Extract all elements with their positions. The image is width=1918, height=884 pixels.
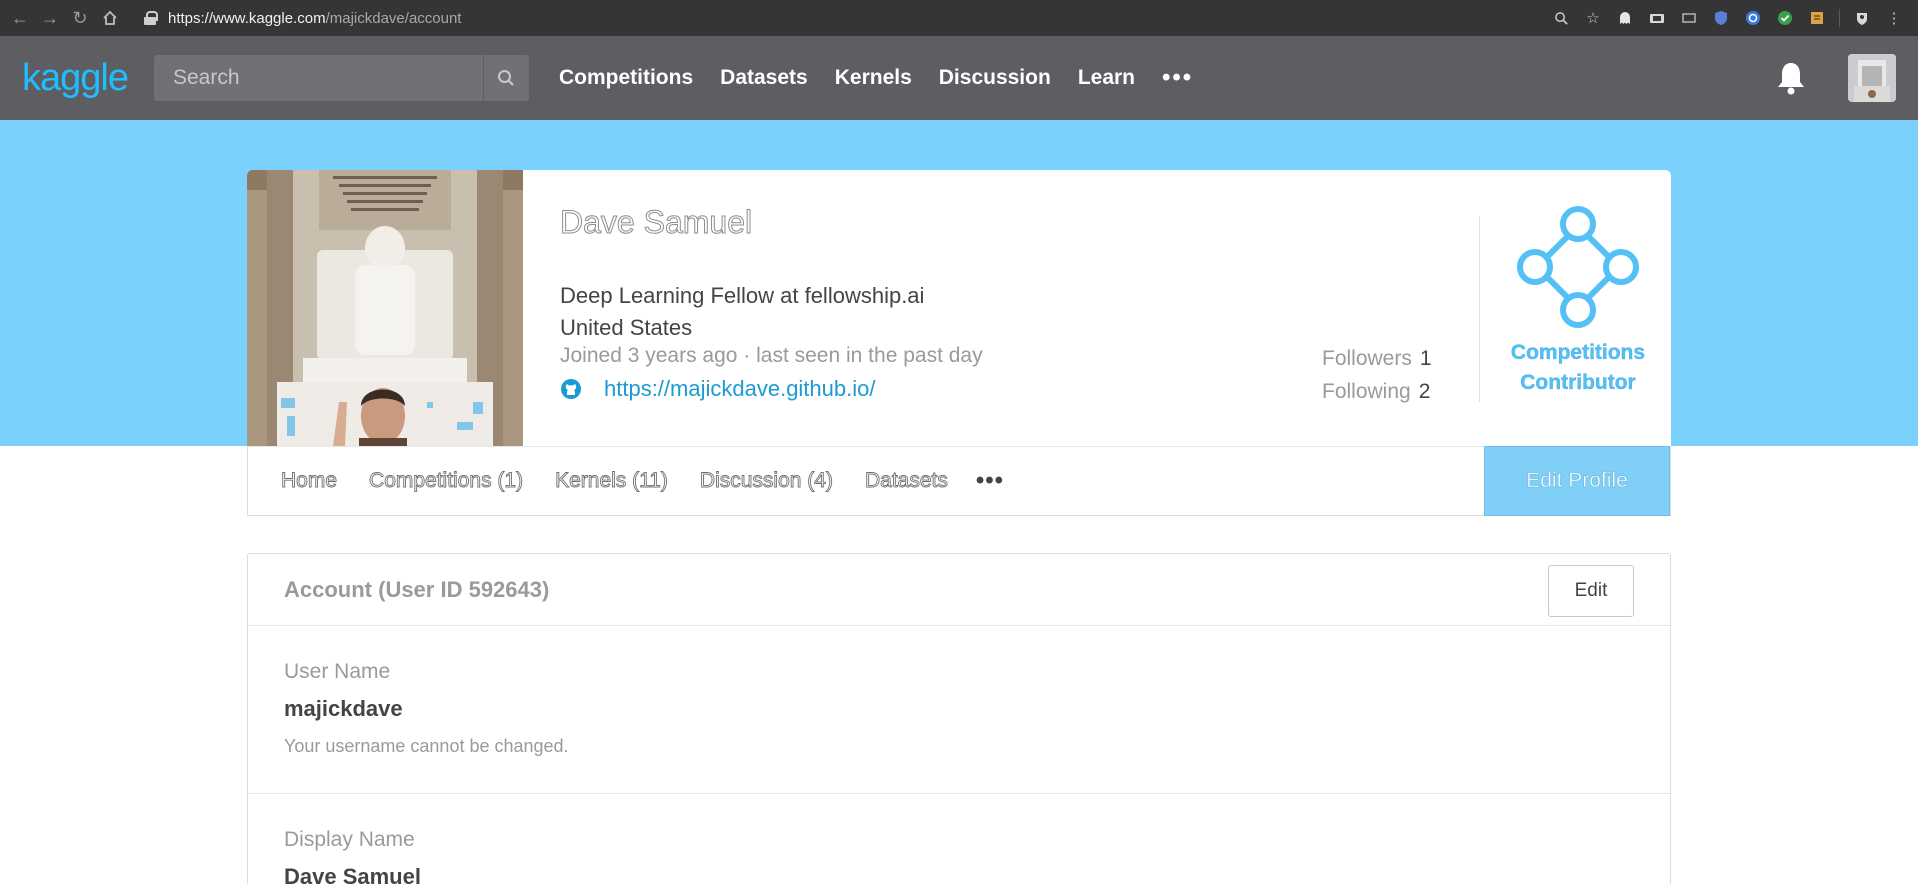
- menu-kebab-icon[interactable]: ⋮: [1884, 8, 1904, 28]
- tier-label-line2: Contributor: [1520, 371, 1636, 394]
- followers-label: Followers: [1322, 347, 1412, 370]
- home-icon[interactable]: [96, 4, 124, 32]
- nav-learn[interactable]: Learn: [1078, 66, 1135, 90]
- username-hint: Your username cannot be changed.: [284, 736, 569, 756]
- browser-toolbar: ← → ↻ https://www.kaggle.com/majickdave/…: [0, 0, 1918, 36]
- profile-photo: [247, 170, 523, 446]
- contributor-tier-icon: [1517, 206, 1639, 328]
- tab-home[interactable]: Home: [281, 469, 338, 493]
- display-name-value: Dave Samuel: [284, 864, 421, 884]
- main-nav: Competitions Datasets Kernels Discussion…: [559, 64, 1193, 92]
- tier-label: Competitions Contributor: [1497, 338, 1659, 398]
- check-extension-icon[interactable]: [1775, 8, 1795, 28]
- site-header: kaggle Competitions Datasets Kernels Dis…: [0, 36, 1918, 120]
- profile-card: Dave Samuel Deep Learning Fellow at fell…: [247, 170, 1671, 446]
- tier-divider: [1479, 216, 1480, 402]
- ghost-extension-icon[interactable]: [1615, 8, 1635, 28]
- extension-separator: [1839, 9, 1840, 27]
- follow-stats: Followers 1 Following 2: [1322, 342, 1432, 408]
- profile-tabs: Home Competitions (1) Kernels (11) Discu…: [247, 446, 1671, 516]
- tier-label-line1: Competitions: [1510, 341, 1646, 364]
- profile-name: Dave Samuel: [559, 204, 753, 241]
- profile-location: United States: [560, 315, 693, 340]
- profile-website: https://majickdave.github.io/: [560, 376, 875, 402]
- notes-extension-icon[interactable]: [1807, 8, 1827, 28]
- search-button[interactable]: [482, 55, 529, 101]
- nav-datasets[interactable]: Datasets: [720, 66, 808, 90]
- profile-bio: Deep Learning Fellow at fellowship.ai Un…: [560, 280, 924, 344]
- forward-icon[interactable]: →: [36, 4, 64, 32]
- search-icon: [498, 70, 515, 86]
- display-name-label: Display Name: [284, 828, 415, 851]
- tabs-more-button[interactable]: •••: [976, 467, 1004, 495]
- account-panel: Account (User ID 592643) Edit User Name …: [247, 553, 1671, 884]
- followers-stat[interactable]: Followers 1: [1322, 342, 1432, 375]
- notifications-bell-icon[interactable]: [1774, 60, 1808, 96]
- username-value: majickdave: [284, 696, 403, 721]
- nav-more-button[interactable]: •••: [1162, 64, 1193, 92]
- tab-discussion[interactable]: Discussion (4): [699, 469, 833, 493]
- tab-competitions[interactable]: Competitions (1): [369, 469, 524, 493]
- display-name-field: Display Name Dave Samuel: [248, 794, 1670, 884]
- edit-profile-button[interactable]: Edit Profile: [1484, 446, 1670, 516]
- profile-occupation: Deep Learning Fellow at fellowship.ai: [560, 283, 925, 308]
- account-edit-button[interactable]: Edit: [1548, 565, 1634, 617]
- url-path: /majickdave/account: [325, 9, 462, 27]
- circle-extension-icon[interactable]: [1743, 8, 1763, 28]
- shield-extension-icon[interactable]: [1711, 8, 1731, 28]
- tab-datasets[interactable]: Datasets: [865, 469, 949, 493]
- user-avatar[interactable]: [1848, 54, 1896, 102]
- tab-kernels[interactable]: Kernels (11): [555, 469, 669, 493]
- profile-extension-icon[interactable]: [1852, 8, 1872, 28]
- cast-extension-icon[interactable]: [1679, 8, 1699, 28]
- kaggle-logo[interactable]: kaggle: [22, 57, 129, 100]
- bookmark-star-icon[interactable]: ☆: [1583, 8, 1603, 28]
- address-bar[interactable]: https://www.kaggle.com/majickdave/accoun…: [144, 10, 461, 27]
- account-panel-header: Account (User ID 592643) Edit: [248, 554, 1670, 626]
- nav-discussion[interactable]: Discussion: [939, 66, 1051, 90]
- lock-icon: [144, 11, 158, 25]
- website-link[interactable]: https://majickdave.github.io/: [604, 376, 875, 402]
- tier-badge: Competitions Contributor: [1497, 206, 1659, 398]
- reload-icon[interactable]: ↻: [66, 4, 94, 32]
- username-label: User Name: [284, 660, 391, 683]
- following-label: Following: [1322, 380, 1411, 403]
- search-box: [153, 55, 529, 101]
- zoom-icon[interactable]: [1551, 8, 1571, 28]
- search-input[interactable]: [153, 55, 483, 101]
- camera-extension-icon[interactable]: [1647, 8, 1667, 28]
- github-icon: [561, 379, 581, 399]
- username-field: User Name majickdave Your username canno…: [248, 626, 1670, 794]
- profile-joined: Joined 3 years ago · last seen in the pa…: [560, 344, 983, 367]
- account-title: Account (User ID 592643): [284, 576, 550, 602]
- nav-competitions[interactable]: Competitions: [559, 66, 693, 90]
- following-count: 2: [1418, 380, 1431, 403]
- nav-kernels[interactable]: Kernels: [835, 66, 912, 90]
- followers-count: 1: [1419, 347, 1432, 370]
- url-host: https://www.kaggle.com: [168, 9, 326, 27]
- following-stat[interactable]: Following 2: [1322, 375, 1432, 408]
- back-icon[interactable]: ←: [6, 4, 34, 32]
